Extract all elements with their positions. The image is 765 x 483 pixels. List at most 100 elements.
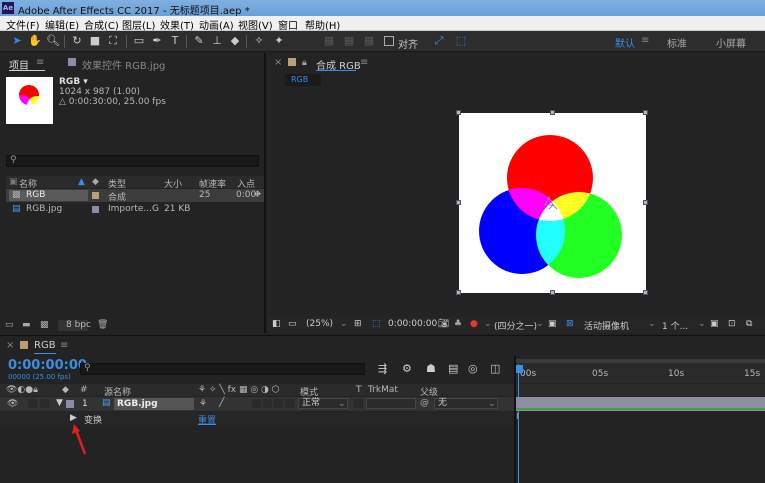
hand-tool-icon[interactable]: ✋: [28, 34, 42, 48]
menu-layer[interactable]: 图层(L): [122, 17, 155, 32]
panel-menu-icon[interactable]: ≡: [360, 57, 368, 68]
layer-name[interactable]: RGB.jpg: [117, 399, 158, 409]
shy-switch-icon[interactable]: ⚘: [199, 399, 207, 409]
fast-previews-icon[interactable]: ⊡: [728, 319, 736, 329]
camera-tool-icon[interactable]: ■: [88, 34, 102, 48]
snap-checkbox[interactable]: [384, 36, 394, 46]
region-of-interest-icon[interactable]: ▣: [548, 319, 557, 329]
bit-depth[interactable]: 8 bpc: [66, 320, 91, 330]
workspace-menu-icon[interactable]: ≡: [641, 35, 649, 46]
transparency-grid-icon[interactable]: ⊠: [566, 319, 574, 329]
chevron-down-icon[interactable]: ⌄: [536, 319, 544, 329]
shy-layers-icon[interactable]: ☗: [426, 362, 436, 375]
quality-switch-icon[interactable]: ╱: [219, 398, 224, 408]
timeline-toggle-icon[interactable]: ⧉: [746, 319, 752, 329]
workspace-small-screen[interactable]: 小屏幕: [716, 35, 746, 50]
timeline-timecode[interactable]: 0:00:00:00: [8, 358, 87, 373]
current-time-indicator[interactable]: [518, 364, 519, 483]
channel-icon[interactable]: ●: [470, 319, 478, 329]
preserve-transparency-checkbox[interactable]: [354, 399, 363, 408]
pan-behind-tool-icon[interactable]: ⛶: [106, 34, 120, 48]
chevron-down-icon[interactable]: ⌄: [648, 319, 656, 329]
reset-link[interactable]: 重置: [198, 413, 216, 426]
timeline-search-input[interactable]: ⚲: [80, 363, 365, 375]
menu-animation[interactable]: 动画(A): [199, 17, 234, 32]
eraser-tool-icon[interactable]: ◆: [228, 34, 242, 48]
fit-view-icon[interactable]: ▣: [710, 319, 719, 329]
interpret-footage-icon[interactable]: ▭: [5, 320, 14, 330]
layer-duration-bar[interactable]: [516, 397, 765, 411]
menu-view[interactable]: 视图(V): [238, 17, 273, 32]
motion-blur-icon[interactable]: ◎: [468, 362, 478, 375]
pickwhip-icon[interactable]: @: [420, 398, 429, 408]
chevron-down-icon[interactable]: ⌄: [340, 319, 348, 329]
pen-tool-icon[interactable]: ✒: [150, 34, 164, 48]
chevron-down-icon[interactable]: ⌄: [484, 319, 492, 329]
clone-stamp-tool-icon[interactable]: ⊥: [210, 34, 224, 48]
tab-effect-controls[interactable]: 效果控件 RGB.jpg: [82, 57, 165, 72]
puppet-tool-icon[interactable]: ✦: [272, 34, 286, 48]
expand-transform-icon[interactable]: ▶: [70, 413, 77, 423]
menu-window[interactable]: 窗口: [278, 17, 298, 32]
snap-edges-icon[interactable]: ⬚: [454, 34, 468, 48]
snap-option-icon[interactable]: ⤢: [432, 34, 446, 48]
trash-icon[interactable]: 🗑︎: [97, 320, 108, 330]
zoom-tool-icon[interactable]: 🔍︎: [46, 34, 60, 48]
menu-composition[interactable]: 合成(C): [84, 17, 119, 32]
col-t[interactable]: T: [356, 385, 362, 395]
expand-layer-icon[interactable]: ▼: [56, 398, 63, 408]
type-tool-icon[interactable]: T: [168, 34, 182, 48]
layer-row[interactable]: 👁︎ ▼ 1 ▤ RGB.jpg ⚘ ╱ 正常 ⌄ @ 无 ⌄: [0, 397, 514, 411]
zoom-level[interactable]: (25%): [306, 319, 333, 329]
rotate-tool-icon[interactable]: ↻: [70, 34, 84, 48]
brush-tool-icon[interactable]: ✎: [192, 34, 206, 48]
chevron-down-icon[interactable]: ⌄: [698, 319, 706, 329]
snapshot-icon[interactable]: 📷︎: [438, 319, 449, 329]
mask-visibility-icon[interactable]: ⬚: [372, 319, 381, 329]
workspace-standard[interactable]: 标准: [667, 35, 687, 50]
comp-canvas[interactable]: [456, 110, 648, 295]
composition-icon: ▩: [12, 190, 21, 200]
comp-viewer[interactable]: [268, 91, 765, 317]
new-folder-icon[interactable]: ▬: [22, 320, 31, 330]
panel-menu-icon[interactable]: ≡: [60, 340, 68, 351]
resolution-select[interactable]: (四分之一): [494, 319, 537, 332]
rectangle-tool-icon[interactable]: ▭: [132, 34, 146, 48]
visibility-eye-icon[interactable]: 👁︎: [7, 399, 18, 409]
menu-edit[interactable]: 编辑(E): [45, 17, 79, 32]
menu-effect[interactable]: 效果(T): [160, 17, 194, 32]
col-trkmat[interactable]: TrkMat: [368, 385, 398, 395]
menu-file[interactable]: 文件(F): [6, 17, 40, 32]
panel-menu-icon[interactable]: ≡: [36, 57, 44, 68]
flowchart-icon[interactable]: ⛖: [254, 190, 261, 200]
close-icon[interactable]: ×: [274, 57, 282, 68]
selection-tool-icon[interactable]: ➤: [10, 34, 24, 48]
comp-mini-flowchart-icon[interactable]: ⇶: [378, 362, 387, 375]
comp-timecode[interactable]: 0:00:00:00: [388, 319, 437, 329]
grid-icon[interactable]: ⊞: [354, 319, 362, 329]
selected-item-name[interactable]: RGB ▾: [59, 77, 88, 87]
menu-help[interactable]: 帮助(H): [305, 17, 340, 32]
close-icon[interactable]: ×: [6, 340, 14, 351]
frame-blending-icon[interactable]: ▤: [448, 362, 458, 375]
show-snapshot-icon[interactable]: ♣: [454, 319, 462, 329]
sort-icon[interactable]: ▲: [78, 177, 85, 187]
trkmat-select[interactable]: [366, 398, 416, 409]
monitor-icon[interactable]: ▭: [288, 319, 297, 329]
draft-3d-icon[interactable]: ⚙: [402, 362, 412, 375]
new-composition-icon[interactable]: ▩: [40, 320, 49, 330]
camera-select[interactable]: 活动摄像机: [584, 319, 629, 332]
graph-editor-icon[interactable]: ◫: [490, 362, 500, 375]
views-select[interactable]: 1 个...: [662, 319, 688, 332]
time-ruler[interactable]: 00s 05s 10s 15s: [516, 359, 765, 383]
always-preview-icon[interactable]: ◧: [272, 319, 281, 329]
comp-breadcrumb[interactable]: RGB: [285, 74, 321, 86]
project-item-row[interactable]: ▤ RGB.jpg Importe...G 21 KB: [6, 203, 264, 216]
layer-color-label[interactable]: [66, 400, 74, 408]
tab-timeline-comp[interactable]: RGB: [34, 340, 56, 351]
project-item-row[interactable]: ▩ RGB 合成 25 0:00 ⛖: [6, 189, 264, 203]
lock-icon[interactable]: 🔒︎: [302, 58, 307, 68]
roto-brush-tool-icon[interactable]: ✧: [252, 34, 266, 48]
workspace-default[interactable]: 默认: [615, 35, 635, 50]
project-search-input[interactable]: ⚲: [6, 155, 259, 167]
